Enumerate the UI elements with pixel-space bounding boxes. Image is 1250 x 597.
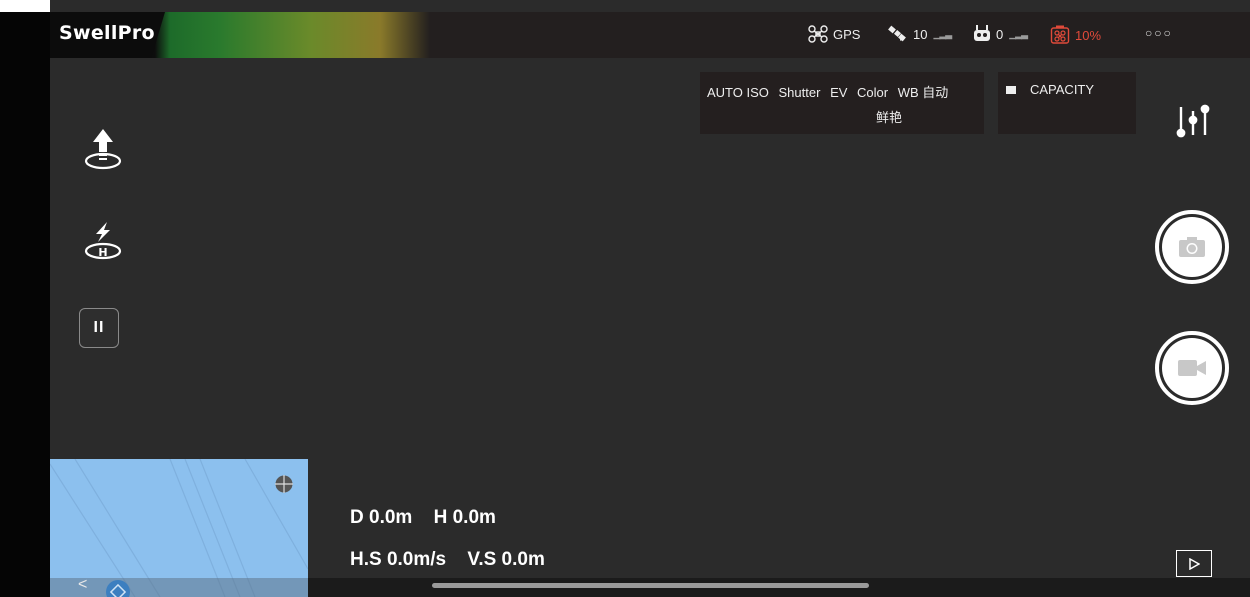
svg-text:H: H	[98, 246, 107, 259]
pause-button[interactable]: II	[79, 308, 119, 348]
camera-icon	[1179, 237, 1205, 257]
top-status-bar: SwellPro GPS 10 ▁▂▃ 0 ▁▂▃ 10% ○○○	[50, 12, 1250, 58]
video-camera-icon	[1178, 360, 1206, 376]
remote-controller-icon	[974, 25, 990, 41]
battery-level: 10%	[1075, 27, 1102, 43]
horizontal-speed-readout: H.S 0.0m/s	[350, 549, 447, 570]
height-readout: H 0.0m	[433, 507, 496, 528]
signal-bars-icon: ▁▂▃	[933, 28, 952, 39]
drone-icon	[808, 25, 828, 43]
home-indicator[interactable]	[432, 583, 869, 588]
sd-card-icon	[1006, 86, 1016, 94]
sliders-icon[interactable]	[1176, 103, 1212, 139]
chevron-left-icon[interactable]: <	[78, 576, 87, 594]
top-left-corner	[0, 0, 50, 12]
satellite-status[interactable]: 10 ▁▂▃	[888, 25, 952, 43]
satellite-icon	[888, 25, 906, 42]
color-setting[interactable]: Color	[857, 85, 888, 100]
play-icon	[1189, 557, 1200, 570]
pause-icon: II	[93, 319, 105, 336]
return-home-icon[interactable]: H	[80, 220, 126, 264]
wb-setting[interactable]: WB 自动	[898, 85, 949, 100]
photo-shutter-button[interactable]	[1155, 210, 1229, 284]
battery-icon	[1050, 25, 1070, 44]
mini-map[interactable]: <	[50, 459, 308, 597]
left-bezel	[0, 0, 50, 597]
telemetry-row-1: D 0.0m H 0.0m	[350, 507, 496, 529]
storage-capacity-panel[interactable]: CAPACITY	[998, 72, 1136, 134]
capacity-label: CAPACITY	[1030, 82, 1095, 97]
shutter-setting[interactable]: Shutter	[779, 85, 821, 100]
camera-settings-panel[interactable]: AUTO ISO Shutter EV Color WB 自动 鲜艳	[700, 72, 984, 134]
vertical-speed-readout: V.S 0.0m	[467, 549, 545, 570]
satellite-count: 10	[913, 26, 928, 42]
gps-status[interactable]: GPS	[808, 25, 860, 43]
aircraft-location-icon	[106, 580, 130, 597]
remote-signal-value: 0	[996, 26, 1004, 42]
takeoff-icon[interactable]	[80, 128, 126, 172]
color-value: 鲜艳	[876, 110, 903, 125]
distance-readout: D 0.0m	[350, 507, 413, 528]
iso-setting[interactable]: AUTO ISO	[707, 85, 769, 100]
signal-bars-icon: ▁▂▃	[1009, 28, 1028, 39]
remote-status[interactable]: 0 ▁▂▃	[973, 25, 1028, 43]
map-nav-bar	[50, 578, 308, 597]
video-record-button[interactable]	[1155, 331, 1229, 405]
ev-setting[interactable]: EV	[830, 85, 847, 100]
app-logo: SwellPro	[59, 22, 155, 44]
telemetry-row-2: H.S 0.0m/s V.S 0.0m	[350, 549, 545, 571]
more-dots-icon[interactable]: ○○○	[1145, 26, 1173, 40]
battery-status[interactable]: 10%	[1050, 25, 1101, 45]
playback-button[interactable]	[1176, 550, 1212, 577]
crosshair-icon[interactable]	[274, 474, 294, 494]
map-roads	[50, 459, 308, 597]
gps-label: GPS	[833, 26, 861, 42]
flight-screen: SwellPro GPS 10 ▁▂▃ 0 ▁▂▃ 10% ○○○ AUTO I…	[0, 0, 1250, 597]
